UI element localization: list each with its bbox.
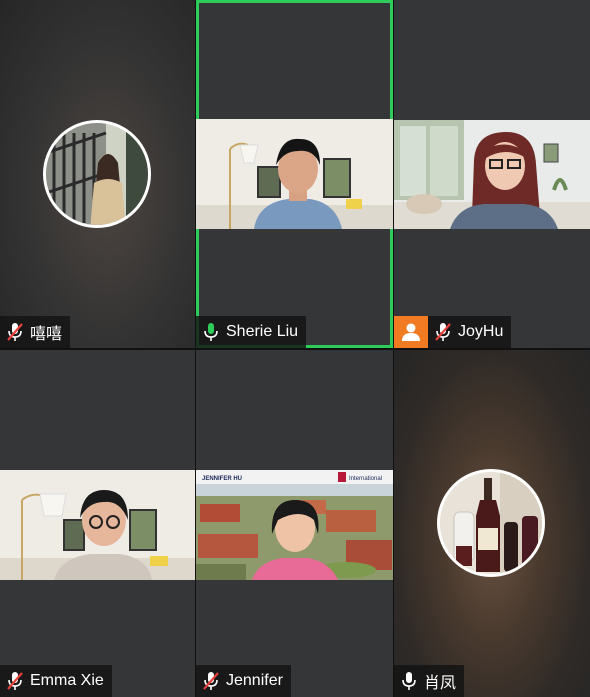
host-avatar-icon: [394, 316, 428, 348]
participant-video: [0, 470, 195, 580]
participant-label: JoyHu: [394, 316, 512, 348]
participant-label: Sherie Liu: [196, 316, 307, 348]
mic-muted-icon: [203, 672, 219, 690]
participant-label: 嘻嘻: [0, 316, 71, 348]
participant-name: 肖凤: [424, 675, 457, 692]
participant-name: JoyHu: [458, 323, 504, 340]
participant-tile-emma[interactable]: Emma Xie: [0, 350, 195, 697]
mic-muted-icon: [7, 672, 23, 690]
participant-label: 肖凤: [394, 665, 465, 697]
participant-tile-joyhu[interactable]: JoyHu: [394, 0, 590, 348]
participant-video: JENNIFER HU International: [196, 470, 393, 580]
participant-label: Jennifer: [196, 665, 291, 697]
mic-active-icon: [204, 323, 218, 341]
participant-avatar: [43, 120, 151, 228]
participant-tile-jennifer[interactable]: JENNIFER HU International Jennifer: [196, 350, 393, 697]
participant-tile-sherie[interactable]: Sherie Liu: [196, 0, 393, 348]
participant-avatar: [437, 469, 545, 577]
participant-name: Sherie Liu: [226, 323, 299, 340]
mic-icon: [402, 672, 416, 690]
mic-muted-icon: [7, 323, 23, 341]
background-caption-right: International: [349, 476, 382, 482]
participant-video: [394, 120, 590, 229]
participant-name: 嘻嘻: [30, 326, 63, 343]
participant-tile-xixi[interactable]: 嘻嘻: [0, 0, 195, 348]
mic-muted-icon: [435, 323, 451, 341]
participant-tile-xiaofeng[interactable]: 肖凤: [394, 350, 590, 697]
participant-label: Emma Xie: [0, 665, 112, 697]
gallery-grid: 嘻嘻 Sherie Liu JoyHu Emma Xie JENNIFER HU…: [0, 0, 590, 697]
participant-video: [196, 119, 393, 229]
background-caption-left: JENNIFER HU: [202, 476, 242, 482]
participant-name: Emma Xie: [30, 672, 104, 689]
participant-name: Jennifer: [226, 672, 283, 689]
